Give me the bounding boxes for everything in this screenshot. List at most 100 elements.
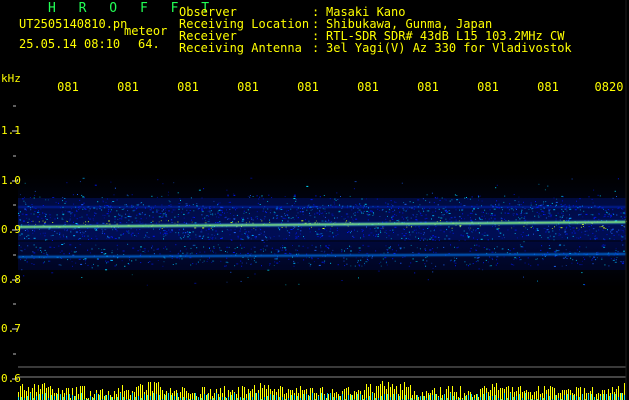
spectrum-noise-dot [584,234,587,236]
spectrum-noise-dot [458,220,460,222]
spectrum-noise-dot [440,217,443,219]
spectrum-noise-dot [85,230,87,232]
spectrum-noise-dot [620,261,622,263]
spectrum-noise-dot [565,227,567,229]
spectrum-noise-dot [192,244,194,246]
spectrum-noise-dot [285,249,287,251]
spectrum-noise-dot [555,218,557,220]
spectrum-noise-dot [560,203,562,205]
spectrum-noise-dot [178,208,180,210]
spectrum-noise-dot [225,265,227,267]
spectrum-noise-dot [164,208,166,210]
spectrum-noise-dot [549,209,551,211]
amplitude-bar [202,387,203,400]
spectrum-noise-dot [443,231,445,233]
spectrum-noise-dot [561,212,563,214]
spectrum-noise-dot [102,214,104,216]
spectrum-noise-dot [263,234,265,236]
spectrum-noise-dot [302,211,304,213]
spectrum-noise-dot [366,213,368,215]
spectrum-noise-dot [32,251,34,253]
spectrum-noise-dot [601,245,604,247]
spectrum-noise-dot [437,204,439,206]
spectrum-noise-dot [407,238,409,240]
amplitude-bar [376,386,377,400]
spectrum-noise-dot [379,230,381,232]
spectrum-noise-dot [319,211,321,213]
amplitude-secondary-bar [387,394,388,400]
amplitude-bar [428,393,429,400]
spectrum-noise-dot [97,265,99,267]
spectrum-noise-dot [370,232,373,234]
spectrum-noise-dot [456,195,458,196]
spectrum-noise-dot [317,258,319,260]
spectrum-noise-dot [61,244,64,245]
amplitude-bar [40,389,41,400]
spectrum-noise-dot [259,249,262,251]
spectrum-noise-dot [265,249,267,251]
spectrum-noise-dot [478,232,480,234]
spectrum-noise-dot [290,217,292,219]
spectrum-noise-dot [305,219,306,221]
spectrum-noise-dot [559,229,560,231]
spectrum-noise-dot [224,212,225,214]
spectrum-noise-dot [140,262,142,264]
spectrum-noise-dot [28,224,30,226]
spectrum-noise-dot [578,237,580,239]
spectrum-noise-dot [495,251,497,253]
spectrum-noise-dot [512,214,514,216]
amplitude-bar [52,389,53,400]
amplitude-bar [482,388,483,400]
spectrum-noise-dot [201,210,203,212]
spectrum-noise-dot [398,219,400,221]
amplitude-bar [578,388,579,400]
spectrum-noise-dot [105,260,107,262]
spectrum-noise-dot [253,227,255,229]
spectrum-noise-dot [468,237,470,239]
spectrum-noise-dot [131,221,133,223]
spectrum-noise-dot [435,252,437,254]
spectrum-noise-dot [556,198,558,200]
spectrum-noise-dot [412,252,414,253]
spectrum-noise-dot [203,188,205,190]
spectrum-noise-dot [612,197,614,199]
spectrum-noise-dot [177,221,179,223]
spectrum-noise-dot [247,257,249,259]
spectrum-noise-dot [183,217,185,219]
spectrum-noise-dot [422,208,423,210]
spectrum-noise-dot [107,205,109,207]
spectrum-noise-dot [454,246,455,248]
spectrum-noise-dot [361,198,363,200]
amplitude-secondary-bar [291,395,292,400]
spectrum-noise-dot [615,249,617,251]
spectrum-noise-dot [476,244,478,246]
spectrum-noise-dot [475,229,477,231]
spectrum-noise-dot [405,210,407,212]
spectrum-noise-dot [540,249,542,251]
amplitude-bar [64,393,65,400]
spectrum-noise-dot [79,238,81,239]
spectrum-noise-dot [287,210,289,211]
spectrum-noise-dot [553,209,556,211]
spectrum-noise-dot [443,214,445,215]
spectrum-noise-dot [362,256,364,258]
spectrum-noise-dot [478,245,480,247]
amplitude-bar [524,391,525,400]
spectrum-noise-dot [175,232,177,234]
spectrum-noise-dot [316,236,319,237]
spectrum-noise-dot [165,234,167,236]
spectrum-noise-dot [398,221,400,223]
spectrum-noise-dot [316,212,318,214]
spectrum-noise-dot [187,233,189,235]
spectrum-noise-dot [117,254,118,256]
spectrum-noise-dot [33,213,35,215]
spectrum-noise-dot [463,205,466,207]
spectrum-noise-dot [88,217,89,219]
spectrum-noise-dot [215,252,217,254]
spectrum-noise-dot [68,252,70,254]
spectrum-noise-dot [489,249,491,251]
spectrum-noise-dot [180,238,182,240]
spectrum-noise-dot [277,217,278,219]
spectrum-noise-dot [163,238,164,240]
spectrum-noise-dot [565,265,567,266]
